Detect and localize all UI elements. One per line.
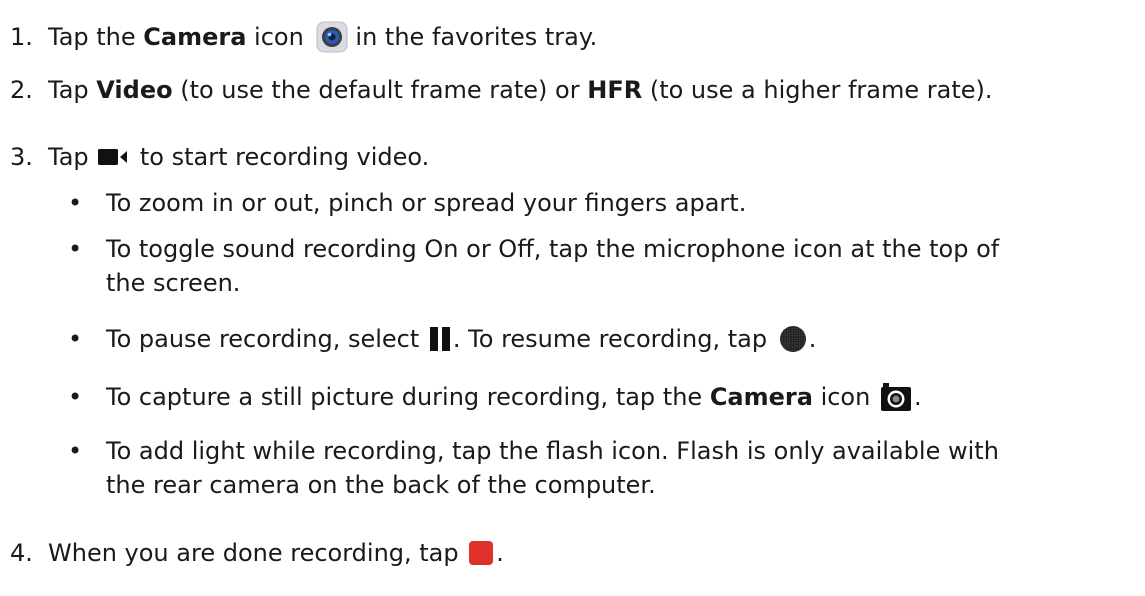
camera-label: Camera	[143, 23, 247, 51]
step-number: 4.	[10, 539, 33, 567]
record-resume-icon	[779, 325, 807, 353]
camera-label: Camera	[709, 383, 813, 411]
step-number: 3.	[10, 143, 33, 171]
bullet-symbol: •	[68, 437, 83, 465]
pause-icon	[429, 326, 451, 352]
bullet-symbol: •	[68, 325, 83, 353]
hfr-label: HFR	[587, 76, 643, 104]
still-camera-icon	[880, 382, 912, 412]
camera-app-icon	[316, 21, 348, 53]
video-record-icon	[98, 148, 128, 166]
stop-icon	[468, 540, 494, 566]
bullet-symbol: •	[68, 235, 83, 263]
bullet-symbol: •	[68, 189, 83, 217]
step-text: Tap the	[48, 23, 144, 51]
step-number: 2.	[10, 76, 33, 104]
step-number: 1.	[10, 23, 33, 51]
video-label: Video	[96, 76, 173, 104]
bullet-symbol: •	[68, 383, 83, 411]
